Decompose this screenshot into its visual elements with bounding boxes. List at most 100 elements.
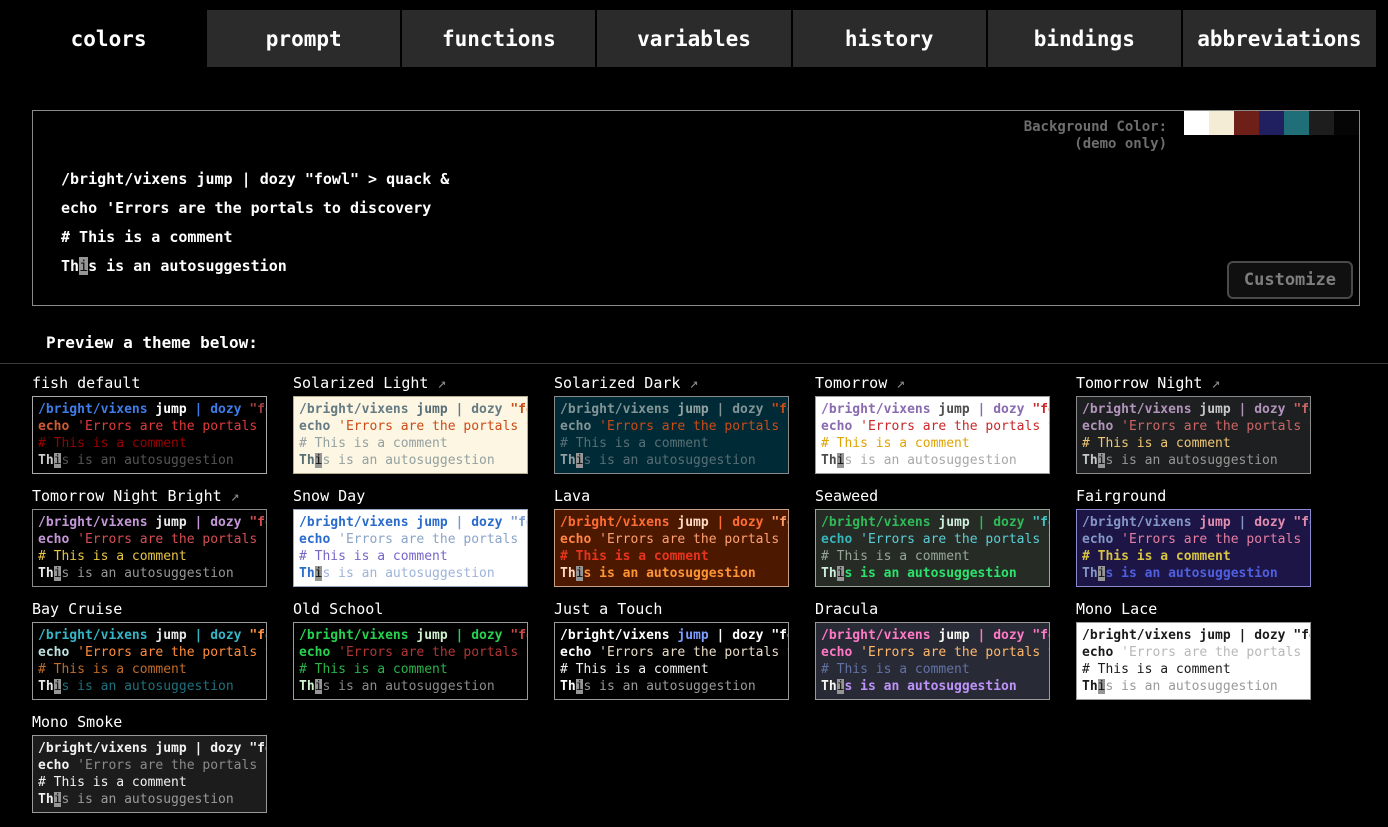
background-color-label-text: Background Color: <box>1024 119 1167 136</box>
command-line: /bright/vixens jump | dozy "fowl" > quac… <box>38 401 261 418</box>
theme-preview[interactable]: /bright/vixens jump | dozy "fowl" > quac… <box>32 509 267 587</box>
theme-grid: fish default/bright/vixens jump | dozy "… <box>0 364 1388 827</box>
theme-card-old-school: Old School/bright/vixens jump | dozy "fo… <box>293 600 528 700</box>
command-line: /bright/vixens jump | dozy "fowl" > quac… <box>1082 627 1305 644</box>
command-line: /bright/vixens jump | dozy "fowl" > quac… <box>821 627 1044 644</box>
theme-preview[interactable]: /bright/vixens jump | dozy "fowl" > quac… <box>554 396 789 474</box>
theme-card-solarized-light: Solarized Light ↗/bright/vixens jump | d… <box>293 374 528 474</box>
echo-line: echo 'Errors are the portals to discover… <box>1082 644 1305 661</box>
echo-line: echo 'Errors are the portals to discover… <box>1082 531 1305 548</box>
theme-preview[interactable]: /bright/vixens jump | dozy "fowl" > quac… <box>815 622 1050 700</box>
demo-only-label: (demo only) <box>1024 136 1167 153</box>
theme-card-tomorrow: Tomorrow ↗ /bright/vixens jump | dozy "fo… <box>815 374 1050 474</box>
theme-preview[interactable]: /bright/vixens jump | dozy "fowl" > quac… <box>1076 396 1311 474</box>
theme-preview[interactable]: /bright/vixens jump | dozy "fowl" > quac… <box>32 396 267 474</box>
autosuggestion-line: This is an autosuggestion <box>560 452 783 469</box>
comment-line: # This is a comment <box>821 548 1044 565</box>
comment-line: # This is a comment <box>821 435 1044 452</box>
theme-name: fish default <box>32 374 267 394</box>
theme-card-fish-default: fish default/bright/vixens jump | dozy "… <box>32 374 267 474</box>
text-cursor: i <box>79 257 88 275</box>
external-link-icon[interactable]: ↗ <box>680 374 698 392</box>
theme-name: Just a Touch <box>554 600 789 620</box>
tab-history[interactable]: history <box>793 10 986 67</box>
external-link-icon[interactable]: ↗ <box>1202 374 1220 392</box>
tab-variables[interactable]: variables <box>597 10 790 67</box>
comment-line: # This is a comment <box>299 548 522 565</box>
echo-line: echo 'Errors are the portals to discover… <box>38 757 261 774</box>
theme-card-mono-lace: Mono Lace/bright/vixens jump | dozy "fow… <box>1076 600 1311 700</box>
theme-name: Mono Smoke <box>32 713 267 733</box>
theme-card-mono-smoke: Mono Smoke/bright/vixens jump | dozy "fo… <box>32 713 267 813</box>
external-link-icon[interactable]: ↗ <box>222 487 240 505</box>
external-link-icon[interactable]: ↗ <box>428 374 446 392</box>
customize-button[interactable]: Customize <box>1227 261 1353 299</box>
theme-preview[interactable]: /bright/vixens jump | dozy "fowl" > quac… <box>815 396 1050 474</box>
theme-preview[interactable]: /bright/vixens jump | dozy "fowl" > quac… <box>554 622 789 700</box>
background-swatch-3[interactable] <box>1259 111 1284 135</box>
theme-name: Lava <box>554 487 789 507</box>
color-preview-panel: /bright/vixens jump | dozy "fowl" > quac… <box>32 110 1360 306</box>
theme-preview[interactable]: /bright/vixens jump | dozy "fowl" > quac… <box>293 622 528 700</box>
theme-preview[interactable]: /bright/vixens jump | dozy "fowl" > quac… <box>1076 622 1311 700</box>
autosuggestion-line: This is an autosuggestion <box>1082 565 1305 582</box>
tab-abbreviations[interactable]: abbreviations <box>1183 10 1376 67</box>
theme-card-dracula: Dracula/bright/vixens jump | dozy "fowl"… <box>815 600 1050 700</box>
theme-preview[interactable]: /bright/vixens jump | dozy "fowl" > quac… <box>293 509 528 587</box>
theme-name: Snow Day <box>293 487 528 507</box>
autosuggestion-line: This is an autosuggestion <box>299 678 522 695</box>
comment-line: # This is a comment <box>560 661 783 678</box>
echo-line: echo 'Errors are the portals to discover… <box>821 531 1044 548</box>
tab-bindings[interactable]: bindings <box>988 10 1181 67</box>
autosuggestion-line: This is an autosuggestion <box>560 565 783 582</box>
theme-preview[interactable]: /bright/vixens jump | dozy "fowl" > quac… <box>815 509 1050 587</box>
background-swatch-5[interactable] <box>1309 111 1334 135</box>
theme-name: Tomorrow Night ↗ <box>1076 374 1311 394</box>
tab-prompt[interactable]: prompt <box>207 10 400 67</box>
autosuggestion-line: This is an autosuggestion <box>38 678 261 695</box>
background-swatch-2[interactable] <box>1234 111 1259 135</box>
theme-card-solarized-dark: Solarized Dark ↗/bright/vixens jump | do… <box>554 374 789 474</box>
theme-name: Tomorrow Night Bright ↗ <box>32 487 267 507</box>
theme-preview[interactable]: /bright/vixens jump | dozy "fowl" > quac… <box>293 396 528 474</box>
command-line: /bright/vixens jump | dozy "fowl" > quac… <box>821 401 1044 418</box>
command-line: /bright/vixens jump | dozy "fowl" > quac… <box>38 740 261 757</box>
tab-functions[interactable]: functions <box>402 10 595 67</box>
theme-card-fairground: Fairground/bright/vixens jump | dozy "fo… <box>1076 487 1311 587</box>
theme-name: Old School <box>293 600 528 620</box>
autosuggestion-line: This is an autosuggestion <box>38 452 261 469</box>
autosuggestion-line: This is an autosuggestion <box>1082 678 1305 695</box>
theme-name: Tomorrow ↗ <box>815 374 1050 394</box>
swatch-row <box>1184 111 1359 135</box>
comment-line: # This is a comment <box>38 435 261 452</box>
theme-name: Mono Lace <box>1076 600 1311 620</box>
background-swatch-4[interactable] <box>1284 111 1309 135</box>
theme-preview[interactable]: /bright/vixens jump | dozy "fowl" > quac… <box>32 622 267 700</box>
background-swatch-6[interactable] <box>1334 111 1359 135</box>
external-link-icon[interactable]: ↗ <box>887 374 905 392</box>
command-line: /bright/vixens jump | dozy "fowl" > quac… <box>61 165 449 194</box>
theme-name: Bay Cruise <box>32 600 267 620</box>
command-line: /bright/vixens jump | dozy "fowl" > quac… <box>38 627 261 644</box>
background-color-label: Background Color: (demo only) <box>1024 119 1167 153</box>
theme-card-tomorrow-night: Tomorrow Night ↗/bright/vixens jump | do… <box>1076 374 1311 474</box>
theme-preview[interactable]: /bright/vixens jump | dozy "fowl" > quac… <box>32 735 267 813</box>
echo-line: echo 'Errors are the portals to discover… <box>560 644 783 661</box>
theme-preview[interactable]: /bright/vixens jump | dozy "fowl" > quac… <box>1076 509 1311 587</box>
command-line: /bright/vixens jump | dozy "fowl" > quac… <box>38 514 261 531</box>
tab-colors[interactable]: colors <box>12 10 205 67</box>
background-swatch-1[interactable] <box>1209 111 1234 135</box>
command-line: /bright/vixens jump | dozy "fowl" > quac… <box>299 514 522 531</box>
comment-line: # This is a comment <box>299 435 522 452</box>
comment-line: # This is a comment <box>38 661 261 678</box>
autosuggestion-line: This is an autosuggestion <box>38 565 261 582</box>
themes-heading: Preview a theme below: <box>46 333 1388 352</box>
theme-card-seaweed: Seaweed/bright/vixens jump | dozy "fowl"… <box>815 487 1050 587</box>
theme-preview[interactable]: /bright/vixens jump | dozy "fowl" > quac… <box>554 509 789 587</box>
comment-line: # This is a comment <box>821 661 1044 678</box>
background-swatch-0[interactable] <box>1184 111 1209 135</box>
autosuggestion-line: This is an autosuggestion <box>61 252 449 281</box>
autosuggestion-line: This is an autosuggestion <box>38 791 261 808</box>
comment-line: # This is a comment <box>560 548 783 565</box>
autosuggestion-line: This is an autosuggestion <box>560 678 783 695</box>
